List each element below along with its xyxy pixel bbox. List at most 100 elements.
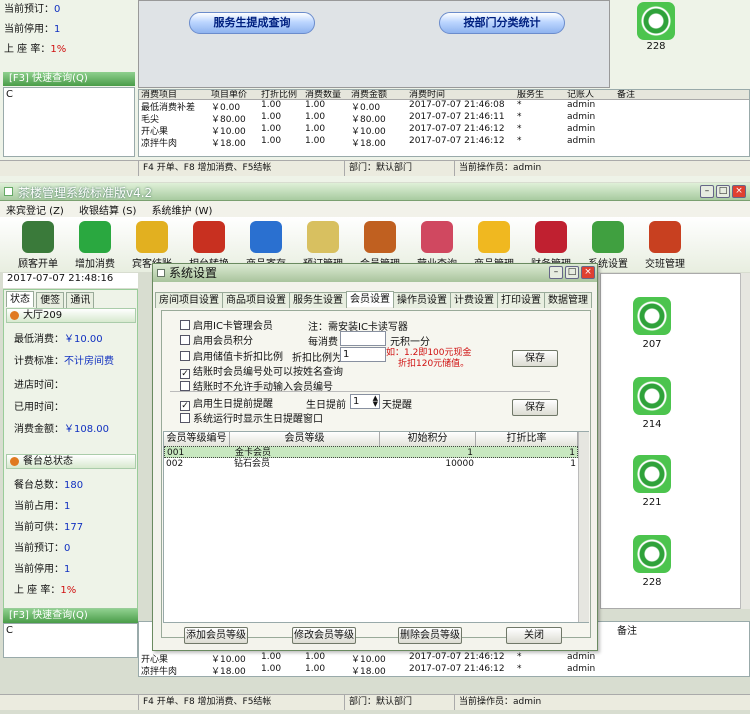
dialog-close-icon[interactable]: × — [581, 266, 595, 279]
room-tile-label: 228 — [642, 577, 662, 588]
table-cell: 凉拌牛肉 — [141, 139, 178, 149]
delete-grade-button[interactable]: 删除会员等级 — [398, 627, 462, 644]
status-label: 当前占用： — [14, 501, 64, 512]
table-cell: * — [517, 136, 522, 146]
grade-scrollbar[interactable] — [578, 432, 589, 622]
table-row[interactable]: 毛尖 ￥80.00 1.00 1.00 ￥80.00 2017-07-07 21:46:1… — [139, 112, 749, 125]
room-tile-icon[interactable] — [633, 455, 671, 493]
settings-tab[interactable]: 商品项目设置 — [222, 292, 290, 308]
table-row[interactable]: 凉拌牛肉 ￥18.00 1.00 1.00 ￥18.00 2017-07-07 21:46… — [139, 664, 749, 677]
save-points-button[interactable]: 保存 — [512, 350, 558, 367]
col-grade-code: 会员等级编号 — [164, 432, 230, 446]
tiles-scrollbar[interactable] — [740, 273, 750, 609]
current-datetime: 2017-07-07 21:48:16 — [3, 273, 138, 288]
birthday-remind-checkbox[interactable]: ✓ 启用生日提前提醒 — [180, 395, 273, 411]
table-row[interactable]: 凉拌牛肉 ￥18.00 1.00 1.00 ￥18.00 2017-07-07 21:46… — [139, 136, 749, 149]
toolbar-label: 交班管理 — [645, 259, 685, 270]
table-cell: * — [517, 652, 522, 662]
table-status-item: 当前停用：1 — [14, 560, 70, 575]
settings-tab[interactable]: 房间项目设置 — [155, 292, 223, 308]
status-operator: 当前操作员：admin — [454, 161, 541, 176]
name-query-checkbox[interactable]: ✓ 结账时会员编号处可以按姓名查询 — [180, 363, 343, 379]
quick-search-input-main[interactable]: C — [3, 623, 138, 658]
table-cell: 2017-07-07 21:46:08 — [409, 100, 505, 110]
clock-icon — [307, 221, 339, 253]
table-cell: 1.00 — [305, 664, 326, 674]
menu-checkout[interactable]: 收银结算 (S) — [73, 201, 142, 218]
birthday-unit-label: 天提醒 — [382, 400, 412, 411]
discount-input[interactable]: 1 — [340, 347, 386, 362]
grade-row[interactable]: 002 钻石会员 10000 1 — [164, 458, 578, 470]
per-spend-input[interactable] — [340, 331, 386, 346]
hall-header: 大厅209 — [6, 308, 136, 323]
dialog-minimize-icon[interactable]: – — [549, 266, 563, 279]
main-status-bar: F4 开单、F8 增加消费、F5结帐 部门：默认部门 当前操作员：admin — [0, 694, 750, 710]
settings-tab[interactable]: 服务生设置 — [289, 292, 347, 308]
settings-tab[interactable]: 会员设置 — [346, 291, 394, 307]
menu-register[interactable]: 来宾登记 (Z) — [0, 201, 70, 218]
table-status-item: 上 座 率：1% — [14, 581, 76, 596]
birthday-popup-checkbox[interactable]: 系统运行时显示生日提醒窗口 — [180, 410, 323, 425]
table-status-item: 当前可供：177 — [14, 518, 83, 533]
app-icon — [4, 187, 13, 196]
edit-grade-button[interactable]: 修改会员等级 — [292, 627, 356, 644]
grade-name: 钻石会员 — [234, 459, 271, 469]
main-status-operator: 当前操作员：admin — [454, 695, 541, 710]
table-cell: 1.00 — [261, 136, 282, 146]
close-icon[interactable]: × — [732, 185, 746, 198]
grade-code: 002 — [166, 459, 184, 469]
close-button[interactable]: 关闭 — [506, 627, 562, 644]
room-tile-icon[interactable] — [633, 377, 671, 415]
dept-stats-button[interactable]: 按部门分类统计 — [439, 12, 565, 34]
menu-maintenance[interactable]: 系统维护 (W) — [146, 201, 219, 218]
table-cell: ￥18.00 — [211, 667, 246, 677]
save-birthday-button[interactable]: 保存 — [512, 399, 558, 416]
add-cross-icon — [79, 221, 111, 253]
table-row[interactable]: 开心果 ￥10.00 1.00 1.00 ￥10.00 2017-07-07 21:46:… — [139, 124, 749, 137]
points-unit-label: 元积一分 — [390, 337, 430, 348]
tab-comms[interactable]: 通讯 — [66, 292, 95, 308]
grade-rate: 1 — [570, 459, 576, 469]
room-tile-icon[interactable] — [637, 2, 675, 40]
table-row[interactable]: 最低消费补差 ￥0.00 1.00 1.00 ￥0.00 2017-07-07 21:46… — [139, 100, 749, 113]
grade-row[interactable]: 001 金卡会员 1 1 — [164, 446, 578, 458]
dialog-title-bar: 系统设置 – □ × — [153, 264, 597, 282]
quick-search-input[interactable]: C — [3, 87, 135, 157]
stepper-arrows-icon[interactable]: ▲ ▼ — [373, 395, 378, 408]
ic-card-checkbox[interactable]: 启用IC卡管理会员 — [180, 317, 273, 332]
status-value: 177 — [64, 522, 84, 533]
tab-notes[interactable]: 便签 — [36, 292, 65, 308]
settings-tab[interactable]: 计费设置 — [450, 292, 498, 308]
waiter-commission-button[interactable]: 服务生提成查询 — [189, 12, 315, 34]
table-row[interactable]: 开心果 ￥10.00 1.00 1.00 ￥10.00 2017-07-07 21:46:… — [139, 652, 749, 665]
stat-reserved: 当前预订：0 — [4, 4, 61, 15]
divider — [170, 391, 550, 392]
settings-tab[interactable]: 数据管理 — [544, 292, 592, 308]
tab-status[interactable]: 状态 — [6, 291, 34, 307]
toolbar-exit-door-button[interactable]: 交班管理 — [639, 221, 691, 270]
points-checkbox[interactable]: 启用会员积分 — [180, 332, 253, 347]
settings-tab[interactable]: 打印设置 — [497, 292, 545, 308]
col-remark: 备注 — [617, 90, 636, 100]
dialog-maximize-icon[interactable]: □ — [565, 266, 579, 279]
table-status-item: 当前预订：0 — [14, 539, 70, 554]
add-grade-button[interactable]: 添加会员等级 — [184, 627, 248, 644]
minimize-icon[interactable]: – — [700, 185, 714, 198]
settings-tab[interactable]: 操作员设置 — [393, 292, 451, 308]
discount-checkbox[interactable]: 启用储值卡折扣比例 — [180, 348, 283, 363]
left-status-panel: 状态 便签 通讯 大厅209 最低消费：￥10.00 计费标准：不计房间费 进店… — [3, 289, 138, 609]
birthday-days-stepper[interactable]: 1 ▲ ▼ — [350, 394, 380, 409]
arrow-icon — [136, 221, 168, 253]
app-title: 茶楼管理系统标准版v4.2 — [18, 186, 153, 200]
table-cell: 2017-07-07 21:46:12 — [409, 124, 505, 134]
table-cell: admin — [567, 100, 596, 110]
table-cell: 1.00 — [261, 664, 282, 674]
toolbar-add-cross-button[interactable]: 增加消费 — [69, 221, 121, 270]
table-cell: 1.00 — [305, 136, 326, 146]
bottom-col-remark: 备注 — [617, 626, 637, 637]
room-tile-icon[interactable] — [633, 535, 671, 573]
maximize-icon[interactable]: □ — [716, 185, 730, 198]
room-tile-icon[interactable] — [633, 297, 671, 335]
consumption-table: 消费项目 项目单价 打折比例 消费数量 消费金额 消费时间 服务生 记账人 备注… — [138, 89, 750, 157]
toolbar-tea-cup-button[interactable]: 顾客开单 — [12, 221, 64, 270]
